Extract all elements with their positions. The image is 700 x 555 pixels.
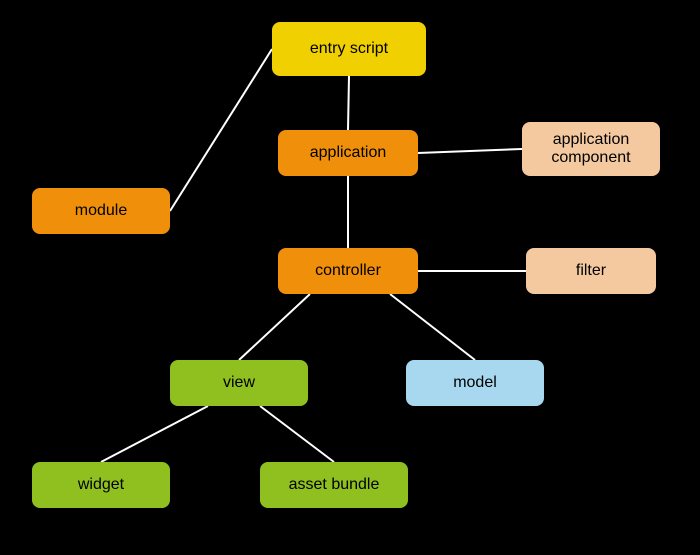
controller-node: controller bbox=[278, 248, 418, 294]
application-node: application bbox=[278, 130, 418, 176]
filter-node: filter bbox=[526, 248, 656, 294]
view-node: view bbox=[170, 360, 308, 406]
asset-bundle-node: asset bundle bbox=[260, 462, 408, 508]
model-node: model bbox=[406, 360, 544, 406]
widget-node: widget bbox=[32, 462, 170, 508]
entry-script-node: entry script bbox=[272, 22, 426, 76]
application-component-node: application component bbox=[522, 122, 660, 176]
module-node: module bbox=[32, 188, 170, 234]
